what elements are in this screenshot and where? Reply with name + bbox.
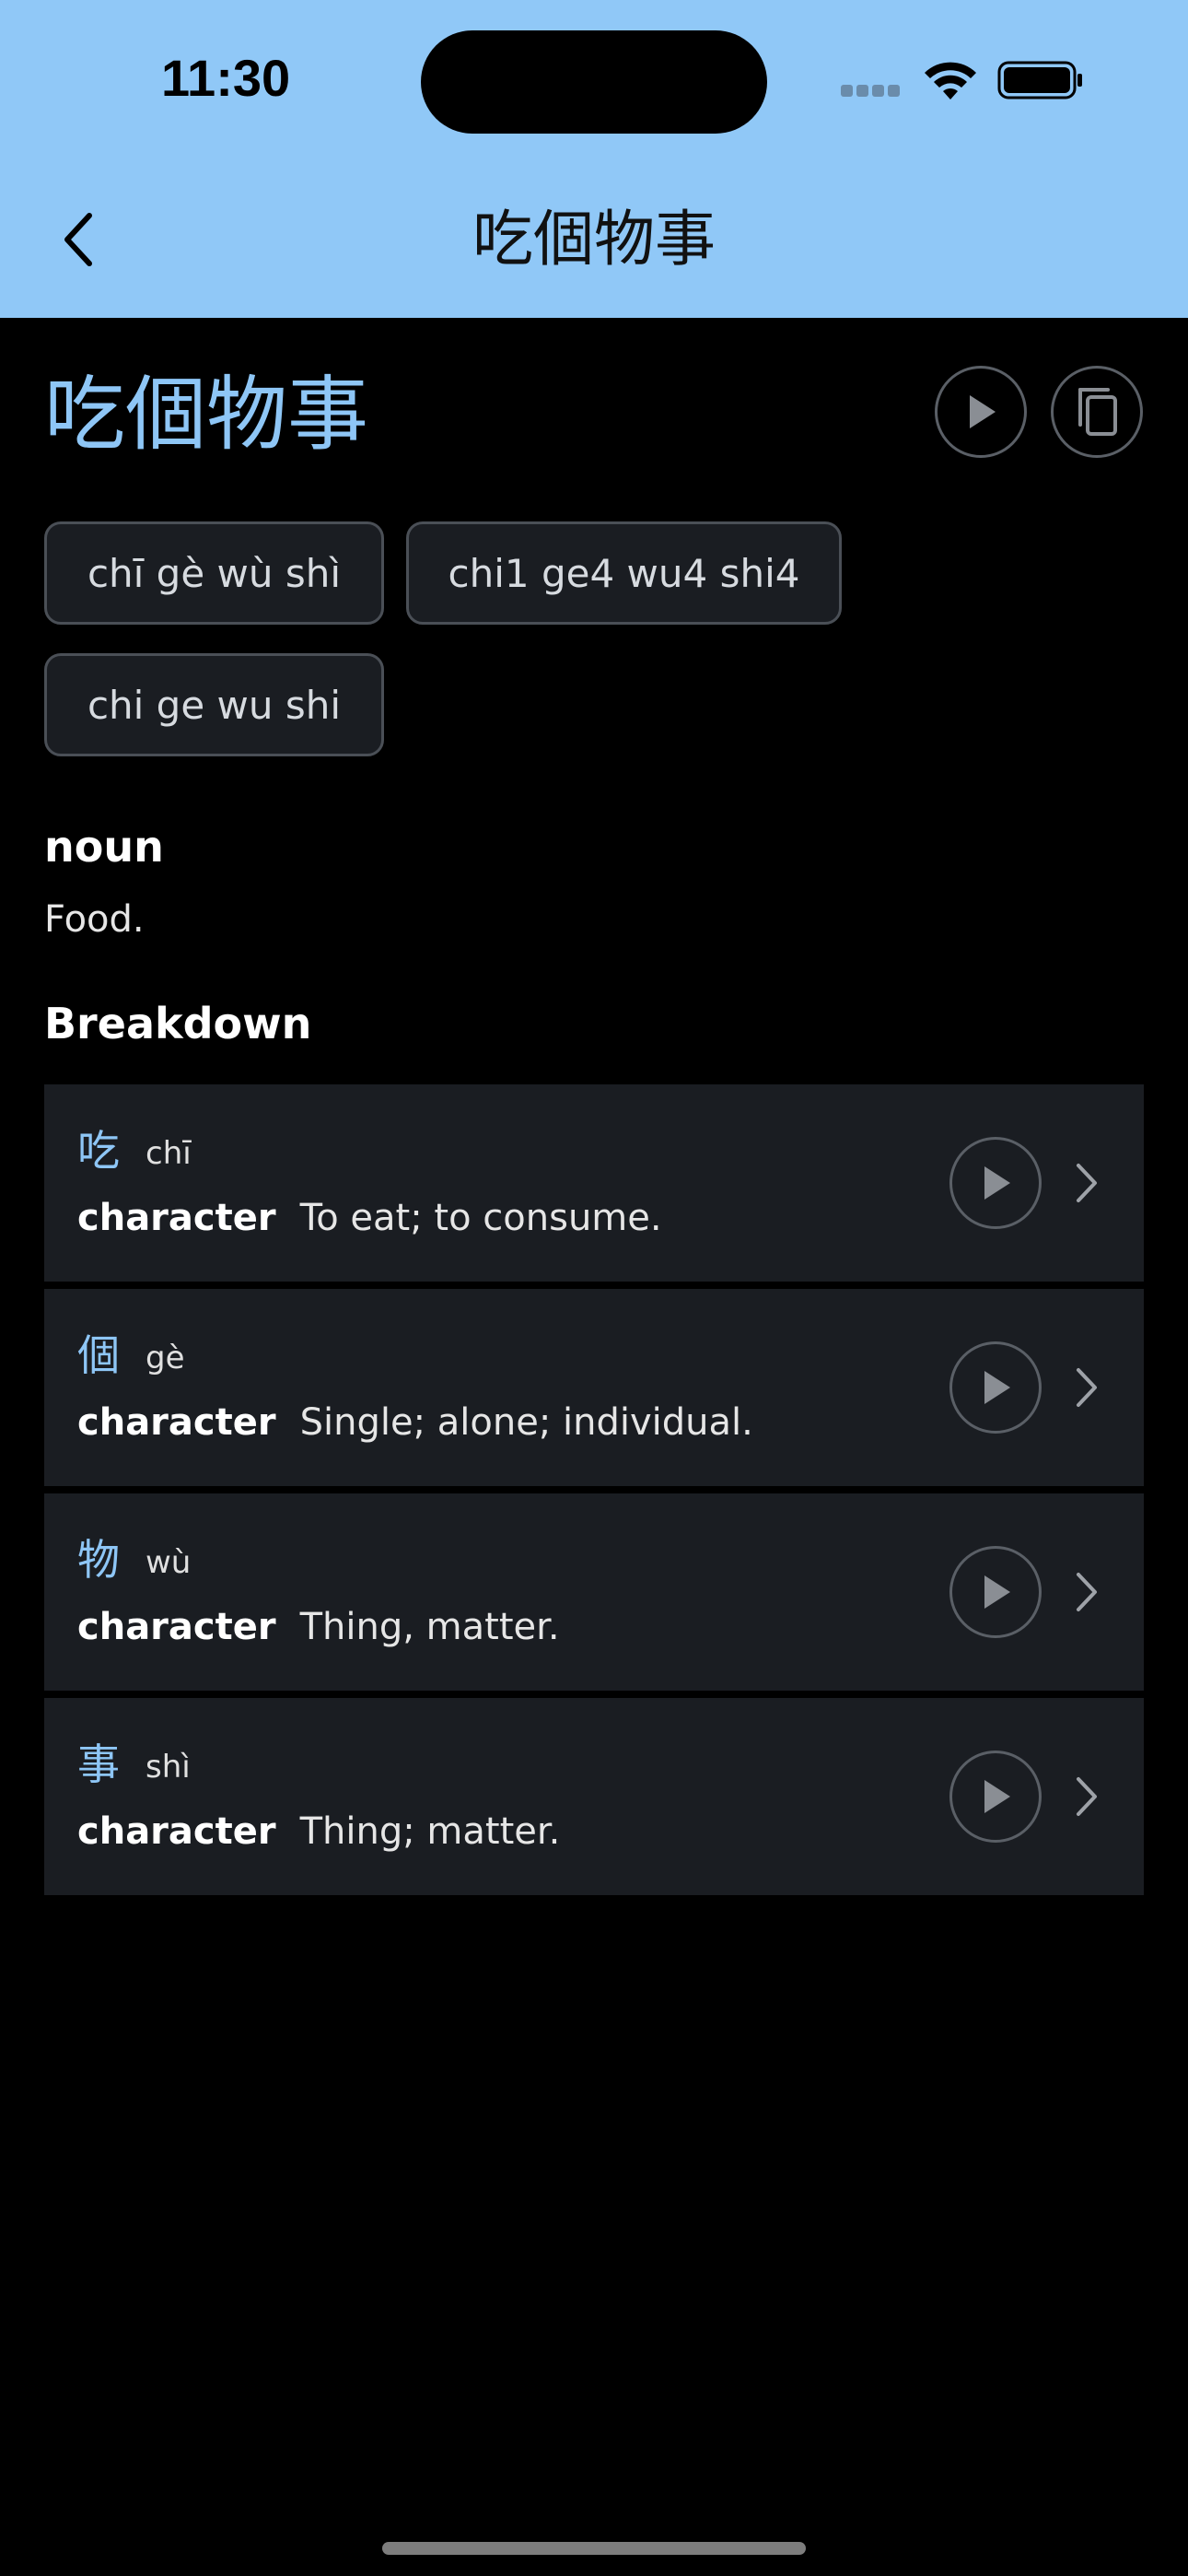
status-time: 11:30	[161, 49, 291, 107]
breakdown-description: character Thing; matter.	[77, 1810, 560, 1853]
breakdown-heading: Breakdown	[44, 999, 312, 1048]
breakdown-pinyin: shì	[146, 1749, 191, 1786]
breakdown-meaning: Thing, matter.	[299, 1606, 560, 1648]
screen: 11:30 吃個物事 吃個物事 chī gè wù shì chi1 ge4 w…	[0, 0, 1188, 2576]
dynamic-island	[421, 30, 767, 134]
breakdown-item[interactable]: 吃 chī character To eat; to consume.	[44, 1084, 1144, 1282]
back-button[interactable]	[46, 203, 111, 276]
copy-button[interactable]	[1051, 366, 1143, 458]
chevron-left-icon	[64, 213, 92, 266]
battery-icon	[997, 61, 1082, 100]
breakdown-pinyin: gè	[146, 1340, 185, 1376]
play-audio-button[interactable]	[949, 1137, 1042, 1229]
home-indicator[interactable]	[382, 2542, 806, 2555]
play-audio-button[interactable]	[949, 1751, 1042, 1843]
chevron-right-icon	[1068, 1772, 1105, 1821]
cellular-signal-icon	[841, 83, 905, 100]
definition: Food.	[44, 898, 145, 941]
chevron-right-icon	[1068, 1158, 1105, 1208]
breakdown-character: 物	[77, 1535, 120, 1585]
part-of-speech: noun	[44, 822, 164, 872]
chevron-right-icon	[1068, 1363, 1105, 1412]
play-icon	[984, 1780, 1010, 1813]
breakdown-meaning: Single; alone; individual.	[299, 1401, 753, 1444]
breakdown-type: character	[77, 1810, 276, 1853]
header: 11:30 吃個物事	[0, 0, 1188, 318]
romanization-chip-pinyin[interactable]: chī gè wù shì	[44, 521, 384, 625]
romanization-chip-numbered[interactable]: chi1 ge4 wu4 shi4	[406, 521, 842, 625]
play-audio-button[interactable]	[949, 1546, 1042, 1638]
play-icon	[984, 1575, 1010, 1609]
romanization-chip-plain[interactable]: chi ge wu shi	[44, 653, 384, 756]
breakdown-meaning: To eat; to consume.	[299, 1197, 662, 1239]
breakdown-pinyin: wù	[146, 1544, 192, 1581]
breakdown-character: 個	[77, 1330, 120, 1380]
copy-icon	[1078, 388, 1117, 436]
breakdown-description: character To eat; to consume.	[77, 1197, 662, 1239]
headword: 吃個物事	[44, 367, 369, 462]
breakdown-item[interactable]: 個 gè character Single; alone; individual.	[44, 1289, 1144, 1486]
play-audio-button[interactable]	[949, 1341, 1042, 1434]
chevron-right-icon	[1068, 1567, 1105, 1617]
breakdown-character: 事	[77, 1739, 120, 1789]
breakdown-character: 吃	[77, 1126, 120, 1176]
breakdown-meaning: Thing; matter.	[299, 1810, 561, 1853]
breakdown-description: character Thing, matter.	[77, 1606, 560, 1648]
breakdown-type: character	[77, 1606, 276, 1648]
breakdown-pinyin: chī	[146, 1135, 192, 1172]
nav-title: 吃個物事	[472, 204, 716, 275]
play-icon	[984, 1371, 1010, 1404]
breakdown-item[interactable]: 物 wù character Thing, matter.	[44, 1493, 1144, 1691]
breakdown-type: character	[77, 1197, 276, 1239]
play-icon	[970, 395, 996, 428]
breakdown-description: character Single; alone; individual.	[77, 1401, 753, 1444]
play-audio-button[interactable]	[935, 366, 1027, 458]
breakdown-item[interactable]: 事 shì character Thing; matter.	[44, 1698, 1144, 1895]
breakdown-type: character	[77, 1401, 276, 1444]
wifi-icon	[925, 62, 976, 100]
play-icon	[984, 1166, 1010, 1200]
